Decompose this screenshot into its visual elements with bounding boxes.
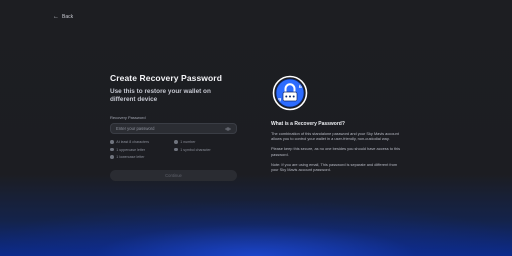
requirement-symbol: 1 symbol character <box>174 148 238 152</box>
requirement-dot-icon <box>110 147 114 152</box>
info-paragraph: Please keep this secure, as no one besid… <box>271 146 401 157</box>
page-subtitle: Use this to restore your wallet on diffe… <box>110 88 211 103</box>
requirement-uppercase: 1 uppercase letter <box>110 148 174 152</box>
info-panel: What is a Recovery Password? The combina… <box>271 121 403 172</box>
info-paragraph: The combination of this standalone passw… <box>271 131 399 142</box>
back-button[interactable]: ← Back <box>53 14 73 20</box>
recovery-form: Create Recovery Password Use this to res… <box>110 73 238 159</box>
password-requirements: At least 8 characters 1 number 1 upperca… <box>110 140 238 159</box>
requirement-dot-icon <box>110 140 114 144</box>
requirement-label: 1 lowercase letter <box>116 155 145 160</box>
page-title: Create Recovery Password <box>110 73 223 83</box>
requirement-label: 1 uppercase letter <box>116 147 146 152</box>
requirement-min-length: At least 8 characters <box>110 140 174 144</box>
info-paragraph: Note: If you are using email, This passw… <box>271 161 398 173</box>
continue-button[interactable]: Continue <box>110 170 237 181</box>
info-title: What is a Recovery Password? <box>271 121 345 127</box>
lock-illustration-icon <box>272 75 308 111</box>
requirement-number: 1 number <box>174 140 238 144</box>
arrow-left-icon: ← <box>53 14 59 20</box>
requirement-dot-icon <box>174 140 178 144</box>
password-field-label: Recovery Password <box>110 115 146 120</box>
eye-icon[interactable] <box>225 127 231 131</box>
requirement-dot-icon <box>110 155 114 160</box>
password-input[interactable]: Enter your password <box>110 123 237 134</box>
bottom-glow <box>0 186 512 256</box>
password-placeholder: Enter your password <box>116 126 155 131</box>
requirement-label: 1 number <box>180 140 196 144</box>
requirement-label: 1 symbol character <box>180 147 211 152</box>
requirement-dot-icon <box>174 147 178 152</box>
requirement-lowercase: 1 lowercase letter <box>110 155 174 159</box>
back-label: Back <box>62 14 74 20</box>
requirement-label: At least 8 characters <box>116 140 150 144</box>
